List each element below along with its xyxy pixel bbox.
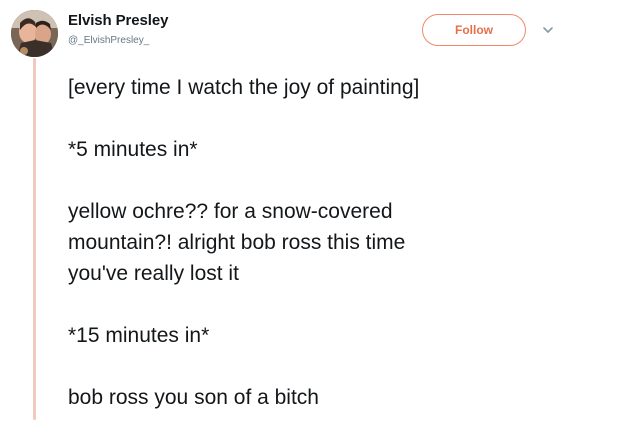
tweet-card: Elvish Presley @_ElvishPresley_ Follow [… [0, 0, 640, 426]
thread-line [33, 58, 36, 420]
tweet-text-line: *15 minutes in* [68, 324, 210, 347]
avatar[interactable] [11, 10, 58, 57]
author-handle[interactable]: @_ElvishPresley_ [68, 35, 149, 46]
chevron-down-icon[interactable] [541, 23, 555, 37]
author-name[interactable]: Elvish Presley [68, 12, 168, 29]
profile-photo-icon [11, 10, 58, 57]
tweet-text-line: [every time I watch the joy of painting] [68, 76, 420, 99]
tweet-text-line: bob ross you son of a bitch [68, 386, 319, 409]
tweet-text-line: you've really lost it [68, 262, 239, 285]
follow-button[interactable]: Follow [422, 14, 526, 46]
tweet-text-line: yellow ochre?? for a snow-covered [68, 200, 393, 223]
tweet-text-line: *5 minutes in* [68, 138, 198, 161]
tweet-text-line: mountain?! alright bob ross this time [68, 231, 406, 254]
